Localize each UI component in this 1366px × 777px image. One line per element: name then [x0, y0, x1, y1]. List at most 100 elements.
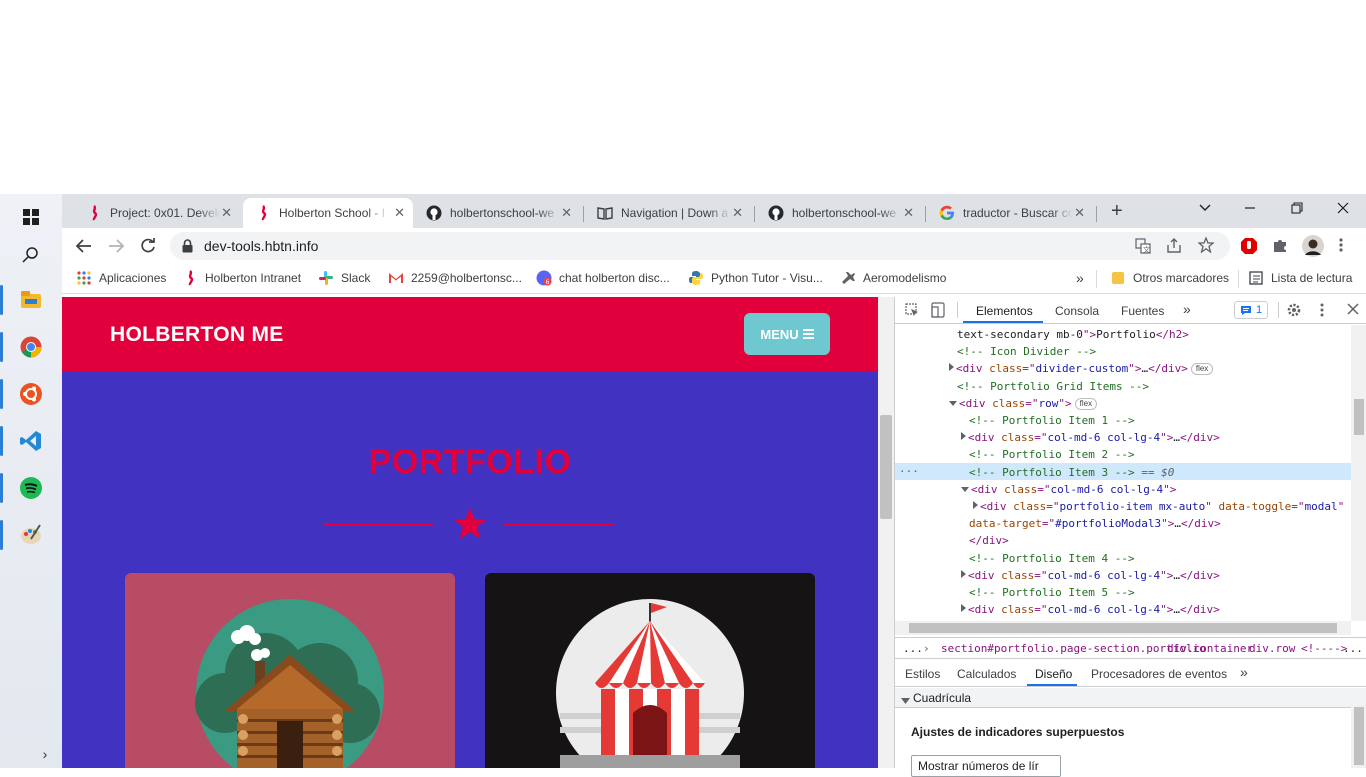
- tab-event-listeners[interactable]: Procesadores de eventos: [1091, 667, 1227, 681]
- dom-line[interactable]: <div class="col-md-6 col-lg-4">…</div>: [895, 600, 1351, 617]
- vscode-icon[interactable]: [0, 418, 62, 464]
- portfolio-item-cabin[interactable]: [125, 573, 455, 768]
- restore-icon[interactable]: [1291, 201, 1303, 217]
- close-icon[interactable]: ✕: [732, 205, 743, 221]
- dom-line[interactable]: <!-- Portfolio Item 4 -->: [895, 549, 1351, 566]
- dom-line[interactable]: <!-- Portfolio Item 1 -->: [895, 411, 1351, 428]
- adblock-extension-icon[interactable]: [1240, 237, 1258, 260]
- bookmark-other-folder[interactable]: Otros marcadores: [1110, 270, 1229, 286]
- bookmark-gmail[interactable]: 2259@holbertonsc...: [388, 270, 522, 286]
- dom-line-selected[interactable]: <!-- Portfolio Item 3 --> == $0 ···: [895, 462, 1351, 480]
- expand-triangle-right-icon[interactable]: [961, 569, 966, 578]
- close-icon[interactable]: ✕: [221, 205, 232, 221]
- expand-triangle-down-icon[interactable]: [949, 400, 957, 406]
- new-tab-plus-icon[interactable]: +: [1111, 200, 1127, 223]
- bookmark-holberton-intranet[interactable]: Holberton Intranet: [182, 270, 301, 286]
- close-icon[interactable]: [1347, 303, 1359, 318]
- dom-line[interactable]: <div class="row"> flex: [895, 394, 1351, 411]
- dom-tree-hscrollbar[interactable]: [895, 621, 1351, 635]
- more-tabs-chevron-icon[interactable]: »: [1183, 301, 1191, 317]
- portfolio-item-circus[interactable]: [485, 573, 815, 768]
- dom-tree-scrollbar[interactable]: [1351, 325, 1366, 621]
- bookmark-discord[interactable]: 6 chat holberton disc...: [536, 270, 670, 286]
- lock-icon[interactable]: [182, 239, 193, 258]
- spotify-icon[interactable]: [0, 465, 62, 511]
- expand-triangle-right-icon[interactable]: [949, 363, 954, 372]
- avatar[interactable]: [1302, 235, 1324, 262]
- dom-line[interactable]: <div class="divider-custom">…</div> flex: [895, 359, 1351, 376]
- expand-triangle-right-icon[interactable]: [973, 501, 978, 509]
- star-bookmark-icon[interactable]: [1197, 236, 1215, 258]
- bookmark-slack[interactable]: Slack: [318, 270, 370, 286]
- dom-line[interactable]: <div class="col-md-6 col-lg-4">…</div>: [895, 566, 1351, 583]
- inspect-element-icon[interactable]: [905, 303, 919, 320]
- translate-icon[interactable]: 文: [1135, 238, 1151, 259]
- ubuntu-icon[interactable]: [0, 371, 62, 417]
- dom-line[interactable]: <!-- Portfolio Item 2 -->: [895, 445, 1351, 462]
- scrollbar-thumb[interactable]: [880, 415, 892, 519]
- tab-console[interactable]: Consola: [1055, 304, 1099, 318]
- breadcrumb-ellipsis[interactable]: ...: [903, 642, 923, 655]
- expand-triangle-right-icon[interactable]: [961, 604, 966, 613]
- address-bar[interactable]: dev-tools.hbtn.info 文: [170, 232, 1230, 260]
- breadcrumb-row[interactable]: div.row: [1249, 642, 1295, 655]
- scrollbar-thumb[interactable]: [1354, 707, 1364, 765]
- browser-tab[interactable]: Project: 0x01. Develo ✕: [74, 198, 240, 228]
- dom-line[interactable]: </div>: [895, 531, 1351, 548]
- line-menu-dots-icon[interactable]: ···: [899, 463, 919, 480]
- close-icon[interactable]: ✕: [1074, 205, 1085, 221]
- tab-computed[interactable]: Calculados: [957, 667, 1016, 681]
- dom-line[interactable]: <div class="col-md-6 col-lg-4">…</div>: [895, 428, 1351, 445]
- share-icon[interactable]: [1166, 238, 1182, 259]
- dom-line[interactable]: data-target="#portfolioModal3">…</div>: [895, 514, 1351, 531]
- tab-sources[interactable]: Fuentes: [1121, 304, 1164, 318]
- dom-line[interactable]: text-secondary mb-0">Portfolio</h2>: [895, 325, 1351, 342]
- browser-tab[interactable]: holbertonschool-we ✕: [756, 198, 922, 228]
- breadcrumb-comment[interactable]: <!---->: [1301, 642, 1347, 655]
- scrollbar-thumb[interactable]: [909, 623, 1337, 633]
- dom-tree[interactable]: text-secondary mb-0">Portfolio</h2> <!-- …: [895, 325, 1351, 621]
- bookmark-python-tutor[interactable]: Python Tutor - Visu...: [688, 270, 823, 286]
- more-subtabs-chevron-icon[interactable]: »: [1240, 664, 1248, 680]
- breadcrumb-container[interactable]: div.container: [1167, 642, 1253, 655]
- reading-list-button[interactable]: Lista de lectura: [1248, 270, 1352, 286]
- reload-icon[interactable]: [138, 236, 158, 256]
- window-close-icon[interactable]: [1337, 201, 1349, 217]
- tab-search-chevron-icon[interactable]: [1198, 200, 1212, 216]
- expand-triangle-right-icon[interactable]: [961, 432, 966, 441]
- styles-scrollbar[interactable]: [1351, 705, 1366, 768]
- dom-line[interactable]: <!-- Portfolio Grid Items -->: [895, 377, 1351, 394]
- bookmark-aeromodelismo[interactable]: Aeromodelismo: [840, 270, 946, 286]
- kebab-menu-icon[interactable]: [1338, 237, 1344, 258]
- device-toolbar-icon[interactable]: [931, 302, 945, 321]
- paint-icon[interactable]: [0, 512, 62, 558]
- flex-badge[interactable]: flex: [1074, 397, 1098, 410]
- extensions-puzzle-icon[interactable]: [1272, 237, 1288, 258]
- line-numbers-select[interactable]: Mostrar números de lír: [911, 755, 1061, 777]
- breadcrumb-ellipsis-end[interactable]: ...: [1343, 642, 1363, 655]
- dom-line[interactable]: <div class="portfolio-item mx-auto" data…: [895, 497, 1351, 514]
- expand-triangle-down-icon[interactable]: [961, 486, 969, 492]
- close-icon[interactable]: ✕: [394, 205, 405, 221]
- browser-tab[interactable]: traductor - Buscar co ✕: [927, 198, 1093, 228]
- dom-line[interactable]: <!-- Portfolio Item 5 -->: [895, 583, 1351, 600]
- close-icon[interactable]: ✕: [903, 205, 914, 221]
- browser-tab[interactable]: Navigation | Down a ✕: [585, 198, 751, 228]
- devtools-kebab-icon[interactable]: [1320, 302, 1324, 321]
- gear-icon[interactable]: [1286, 302, 1302, 321]
- dom-line[interactable]: <!-- Icon Divider -->: [895, 342, 1351, 359]
- issues-badge[interactable]: 1: [1234, 301, 1268, 319]
- page-scrollbar[interactable]: [878, 297, 894, 768]
- close-icon[interactable]: ✕: [561, 205, 572, 221]
- chevron-right-icon[interactable]: ›: [0, 742, 62, 766]
- scrollbar-thumb[interactable]: [1354, 399, 1364, 435]
- bookmarks-overflow[interactable]: »: [1076, 270, 1084, 286]
- forward-arrow-icon[interactable]: [106, 236, 126, 256]
- chrome-taskbar-icon[interactable]: [0, 324, 62, 370]
- tab-elements[interactable]: Elementos: [976, 304, 1033, 318]
- file-explorer-icon[interactable]: [0, 277, 62, 323]
- site-brand[interactable]: HOLBERTON ME: [110, 323, 284, 347]
- menu-button[interactable]: MENU: [744, 313, 830, 355]
- search-icon[interactable]: [0, 232, 62, 278]
- minimize-icon[interactable]: [1244, 198, 1256, 214]
